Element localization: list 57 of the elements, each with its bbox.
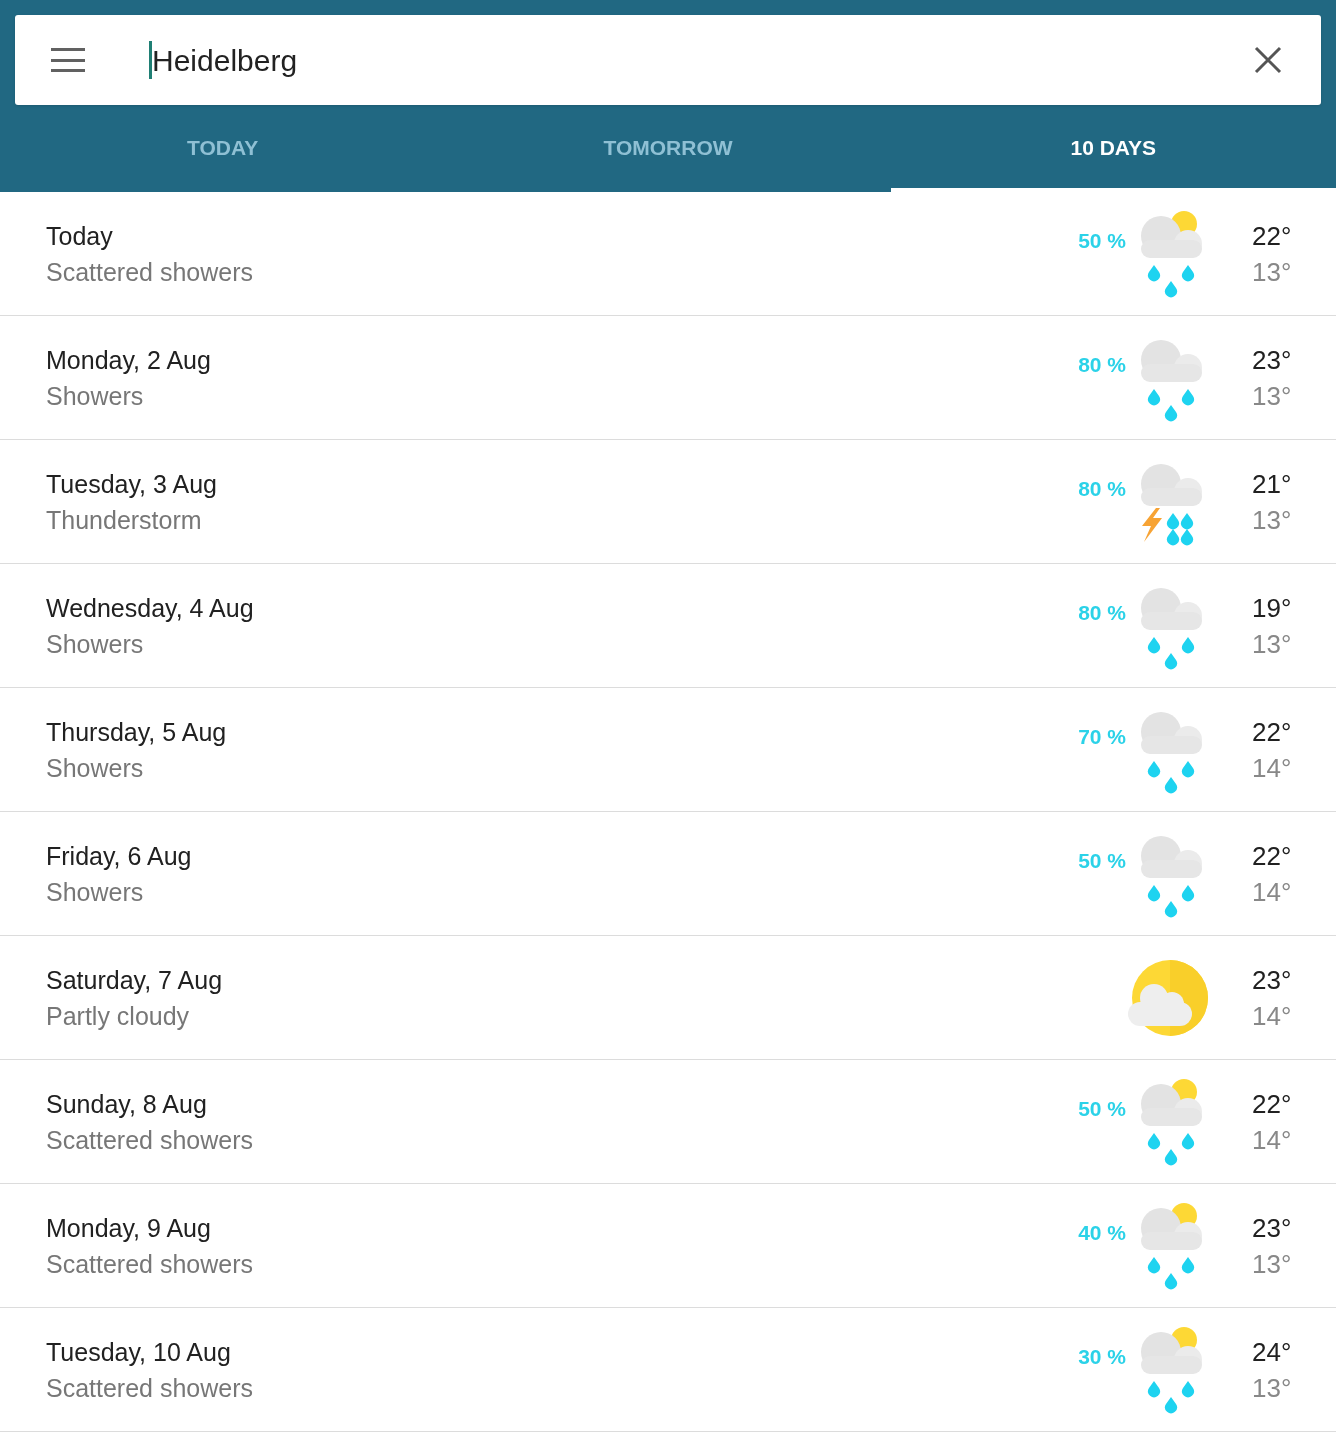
condition-text: Thunderstorm — [46, 504, 203, 536]
precipitation-text: 70 % — [1078, 724, 1126, 751]
condition-text: Partly cloudy — [46, 1000, 191, 1032]
precipitation-text: 50 % — [1078, 1096, 1126, 1123]
high-temperature: 23° — [1252, 963, 1290, 997]
search-field[interactable]: Heidelberg — [15, 15, 1321, 105]
low-temperature: 14° — [1252, 1123, 1290, 1157]
precipitation-text: 50 % — [1078, 848, 1126, 875]
search-input[interactable]: Heidelberg — [152, 37, 1253, 83]
day-label: Sunday, 8 Aug — [46, 1088, 208, 1120]
day-label: Monday, 2 Aug — [46, 344, 212, 376]
condition-text: Showers — [46, 628, 145, 660]
low-temperature: 13° — [1252, 255, 1290, 289]
close-icon[interactable] — [1253, 45, 1283, 75]
precipitation-text: 80 % — [1078, 476, 1126, 503]
day-label: Today — [46, 220, 114, 252]
high-temperature: 19° — [1252, 591, 1290, 625]
condition-text: Scattered showers — [46, 1372, 255, 1404]
condition-text: Scattered showers — [46, 1248, 255, 1280]
low-temperature: 14° — [1252, 999, 1290, 1033]
low-temperature: 13° — [1252, 627, 1290, 661]
sun-cloud-icon — [1128, 957, 1208, 1038]
condition-text: Scattered showers — [46, 256, 255, 288]
tab[interactable]: TOMORROW — [445, 105, 891, 192]
low-temperature: 13° — [1252, 503, 1290, 537]
low-temperature: 14° — [1252, 875, 1290, 909]
low-temperature: 13° — [1252, 1247, 1290, 1281]
low-temperature: 14° — [1252, 751, 1290, 785]
tab[interactable]: TODAY — [0, 105, 446, 192]
condition-text: Showers — [46, 876, 145, 908]
precipitation-text: 50 % — [1078, 228, 1126, 255]
precipitation-text: 80 % — [1078, 600, 1126, 627]
high-temperature: 24° — [1252, 1335, 1290, 1369]
day-label: Friday, 6 Aug — [46, 840, 193, 872]
high-temperature: 21° — [1252, 467, 1290, 501]
condition-text: Showers — [46, 752, 145, 784]
high-temperature: 22° — [1252, 839, 1290, 873]
high-temperature: 22° — [1252, 715, 1290, 749]
menu-icon[interactable] — [51, 48, 85, 72]
condition-text: Scattered showers — [46, 1124, 255, 1156]
tab[interactable]: 10 DAYS — [890, 105, 1336, 192]
high-temperature: 22° — [1252, 1087, 1290, 1121]
day-label: Tuesday, 10 Aug — [46, 1336, 232, 1368]
precipitation-text: 30 % — [1078, 1344, 1126, 1371]
high-temperature: 23° — [1252, 1211, 1290, 1245]
day-label: Saturday, 7 Aug — [46, 964, 224, 996]
precipitation-text: 40 % — [1078, 1220, 1126, 1247]
low-temperature: 13° — [1252, 379, 1290, 413]
low-temperature: 13° — [1252, 1371, 1290, 1405]
condition-text: Showers — [46, 380, 145, 412]
day-label: Wednesday, 4 Aug — [46, 592, 255, 624]
high-temperature: 22° — [1252, 219, 1290, 253]
day-label: Monday, 9 Aug — [46, 1212, 212, 1244]
high-temperature: 23° — [1252, 343, 1290, 377]
day-label: Thursday, 5 Aug — [46, 716, 228, 748]
day-label: Tuesday, 3 Aug — [46, 468, 218, 500]
precipitation-text: 80 % — [1078, 352, 1126, 379]
